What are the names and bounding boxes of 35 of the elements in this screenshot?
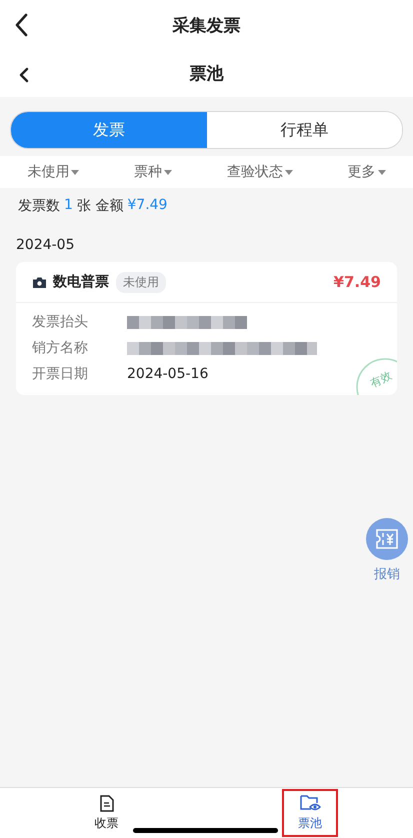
tab-bar-item[interactable]: 收票	[0, 788, 213, 838]
filter-dropdown[interactable]: 更多	[348, 163, 386, 181]
total-amount: ¥7.49	[127, 197, 168, 215]
invoice-type: 数电普票	[53, 273, 109, 291]
caret-icon	[71, 170, 80, 174]
month-heading: 2024-05	[16, 237, 76, 253]
tab-bar-item[interactable]: 票池	[281, 788, 339, 838]
field-label: 销方名称	[32, 339, 89, 357]
back-icon[interactable]	[19, 67, 29, 83]
status-badge: 未使用	[116, 272, 166, 292]
invoice-card[interactable]: 数电普票 未使用 ¥7.49 发票抬头 销方名称 开票日期 2024-05-16 有效	[16, 262, 397, 395]
invoice-count: 1	[64, 197, 73, 215]
caret-icon	[284, 170, 293, 174]
filter-dropdown[interactable]: 未使用	[27, 163, 80, 181]
camera-icon	[33, 276, 46, 288]
summary-label: 张 金额	[76, 197, 124, 215]
filter-dropdown[interactable]: 查验状态	[226, 163, 293, 181]
field-value: 2024-05-16	[127, 366, 208, 382]
field-label: 发票抬头	[32, 313, 89, 331]
field-label: 开票日期	[32, 365, 89, 383]
document-icon	[100, 794, 114, 812]
valid-stamp-label: 有效	[368, 368, 394, 391]
reimburse-button[interactable]	[366, 518, 408, 560]
segment-tab[interactable]: 发票	[11, 112, 206, 148]
caret-icon	[164, 170, 172, 174]
caret-icon	[378, 170, 386, 174]
filter-dropdown[interactable]: 票种	[134, 163, 172, 181]
page-title: 采集发票	[172, 14, 240, 36]
reimburse-label: 报销	[374, 566, 400, 583]
page-title: 票池	[190, 63, 224, 85]
summary-label: 发票数	[18, 197, 60, 215]
ticket-icon	[376, 529, 398, 549]
folder-eye-icon	[300, 794, 320, 812]
back-icon[interactable]	[14, 13, 28, 37]
invoice-amount: ¥7.49	[334, 273, 381, 291]
